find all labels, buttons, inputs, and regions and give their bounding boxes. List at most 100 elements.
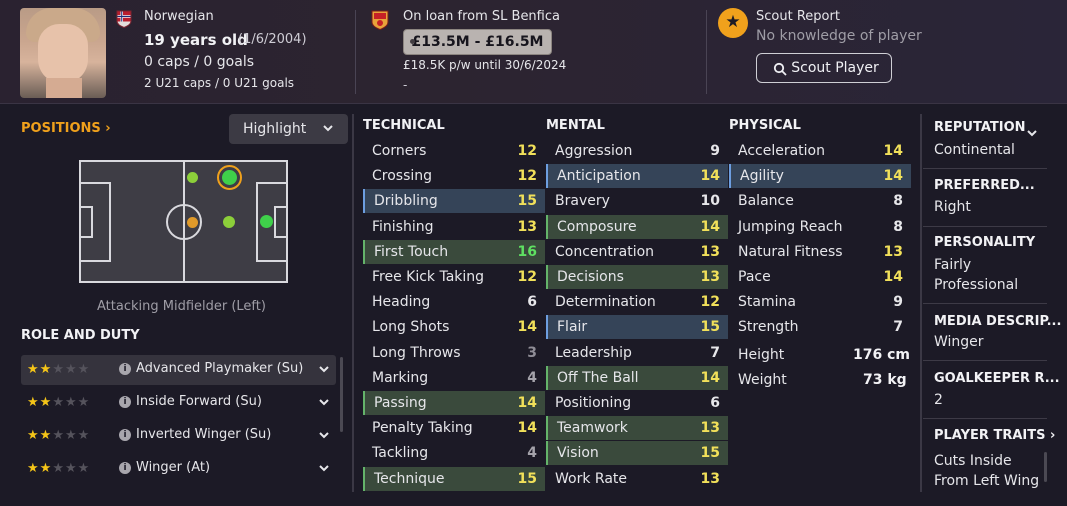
info-icon[interactable]: i [119, 462, 131, 474]
mental-attribute-row[interactable]: Flair 15 [546, 315, 728, 340]
attribute-name: Jumping Reach [738, 218, 843, 235]
technical-attribute-row[interactable]: Free Kick Taking 12 [363, 265, 545, 289]
info-icon[interactable]: i [119, 363, 131, 375]
technical-attribute-row[interactable]: Marking 4 [363, 366, 545, 390]
norway-flag-icon [116, 10, 132, 28]
scout-player-label: Scout Player [791, 60, 879, 76]
mental-attribute-row[interactable]: Composure 14 [546, 214, 728, 239]
info-icon[interactable]: i [119, 429, 131, 441]
traits-scrollbar[interactable] [1044, 452, 1047, 482]
technical-attribute-row[interactable]: Crossing 12 [363, 164, 545, 188]
physical-attribute-row[interactable]: Balance 8 [729, 189, 911, 213]
technical-attribute-row[interactable]: First Touch 16 [363, 239, 545, 264]
media-description-label: MEDIA DESCRIP... [934, 314, 1062, 329]
attribute-value: 9 [893, 294, 903, 311]
highlight-label: Highlight [243, 121, 307, 137]
mental-attribute-row[interactable]: Work Rate 13 [546, 467, 728, 491]
role-scrollbar[interactable] [340, 357, 343, 432]
chevron-down-icon[interactable] [1026, 128, 1038, 138]
attribute-name: Long Throws [372, 344, 461, 361]
mental-attribute-row[interactable]: Anticipation 14 [546, 164, 728, 189]
panel-divider [920, 114, 922, 492]
mental-attribute-row[interactable]: Off The Ball 14 [546, 365, 728, 390]
attribute-value: 13 [883, 243, 903, 260]
physical-attribute-row[interactable]: Strength 7 [729, 315, 911, 339]
preferred-foot-label: PREFERRED... [934, 178, 1035, 193]
mental-attribute-row[interactable]: Aggression 9 [546, 139, 728, 163]
panel-divider [352, 114, 354, 492]
attribute-name: Composure [557, 218, 637, 235]
attribute-value: 13 [700, 470, 720, 487]
attribute-value: 12 [517, 168, 537, 185]
attribute-value: 12 [517, 143, 537, 159]
role-row[interactable]: ★★★★★ i Inside Forward (Su) [21, 388, 336, 418]
attribute-value: 9 [710, 143, 720, 159]
technical-attribute-row[interactable]: Penalty Taking 14 [363, 416, 545, 440]
mental-attribute-row[interactable]: Determination 12 [546, 290, 728, 314]
chevron-down-icon[interactable] [317, 458, 331, 478]
position-dot [223, 216, 235, 228]
technical-attribute-row[interactable]: Passing 14 [363, 391, 545, 415]
info-icon[interactable]: i [119, 396, 131, 408]
attribute-name: Teamwork [557, 420, 628, 437]
technical-attribute-row[interactable]: Technique 15 [363, 466, 545, 491]
physical-attribute-row[interactable]: Pace 14 [729, 265, 911, 289]
position-dot [187, 172, 198, 183]
reputation-value: Continental [934, 142, 1015, 158]
physical-attribute-row[interactable]: Stamina 9 [729, 290, 911, 314]
search-icon [773, 62, 787, 76]
mental-attribute-row[interactable]: Concentration 13 [546, 240, 728, 264]
attribute-name: Pace [738, 269, 771, 285]
attribute-name: Acceleration [738, 143, 825, 159]
attribute-name: Corners [372, 143, 427, 159]
physical-attribute-row[interactable]: Jumping Reach 8 [729, 215, 911, 239]
mental-attribute-row[interactable]: Positioning 6 [546, 391, 728, 415]
role-row[interactable]: ★★★★★ i Winger (At) [21, 454, 336, 484]
technical-attribute-row[interactable]: Dribbling 15 [363, 189, 545, 214]
trait-item: Cuts Inside [934, 453, 1012, 469]
u21-caps-text: 2 U21 caps / 0 U21 goals [144, 76, 295, 90]
mental-attribute-row[interactable]: Bravery 10 [546, 189, 728, 213]
technical-attribute-row[interactable]: Finishing 13 [363, 215, 545, 239]
positions-link[interactable]: POSITIONS › [21, 121, 111, 136]
attribute-name: Work Rate [555, 470, 628, 487]
attribute-name: Dribbling [374, 193, 438, 210]
trait-item-cont: From Left Wing [934, 473, 1040, 489]
player-traits-link[interactable]: PLAYER TRAITS › [934, 428, 1055, 443]
physical-attribute-row[interactable]: Agility 14 [729, 164, 911, 189]
attribute-name: Marking [372, 369, 429, 386]
goalkeeper-rating-value: 2 [934, 392, 943, 408]
technical-attribute-row[interactable]: Heading 6 [363, 290, 545, 314]
mental-attribute-row[interactable]: Vision 15 [546, 441, 728, 466]
attribute-name: Stamina [738, 294, 796, 311]
technical-attribute-row[interactable]: Long Throws 3 [363, 341, 545, 365]
chevron-down-icon[interactable] [317, 425, 331, 445]
attribute-value: 13 [700, 269, 720, 285]
mental-attribute-row[interactable]: Leadership 7 [546, 341, 728, 365]
attribute-value: 7 [893, 319, 903, 336]
player-header: Norwegian 19 years old (1/6/2004) 0 caps… [0, 0, 1067, 104]
caps-text: 0 caps / 0 goals [144, 54, 255, 70]
attribute-value: 12 [700, 294, 720, 311]
role-name: Advanced Playmaker (Su) [136, 361, 304, 376]
role-row[interactable]: ★★★★★ i Inverted Winger (Su) [21, 421, 336, 451]
attribute-value: 15 [700, 319, 720, 336]
role-name: Inverted Winger (Su) [136, 427, 272, 442]
mental-attribute-row[interactable]: Decisions 13 [546, 265, 728, 289]
technical-attribute-row[interactable]: Tackling 4 [363, 441, 545, 465]
scout-player-button[interactable]: Scout Player [756, 53, 892, 83]
goalkeeper-rating-label: GOALKEEPER R... [934, 371, 1060, 386]
technical-attribute-row[interactable]: Corners 12 [363, 139, 545, 163]
technical-attribute-row[interactable]: Long Shots 14 [363, 315, 545, 339]
height-value: 176 cm [853, 347, 910, 363]
physical-attribute-row[interactable]: Acceleration 14 [729, 139, 911, 163]
position-caption: Attacking Midfielder (Left) [97, 299, 266, 314]
role-row[interactable]: ★★★★★ i Advanced Playmaker (Su) [21, 355, 336, 385]
attribute-name: Balance [738, 193, 794, 210]
chevron-down-icon[interactable] [317, 359, 331, 379]
mental-attribute-row[interactable]: Teamwork 13 [546, 416, 728, 441]
highlight-dropdown[interactable]: Highlight [229, 114, 348, 144]
chevron-down-icon[interactable] [317, 392, 331, 412]
physical-attribute-row[interactable]: Natural Fitness 13 [729, 240, 911, 264]
attribute-value: 13 [700, 243, 720, 260]
